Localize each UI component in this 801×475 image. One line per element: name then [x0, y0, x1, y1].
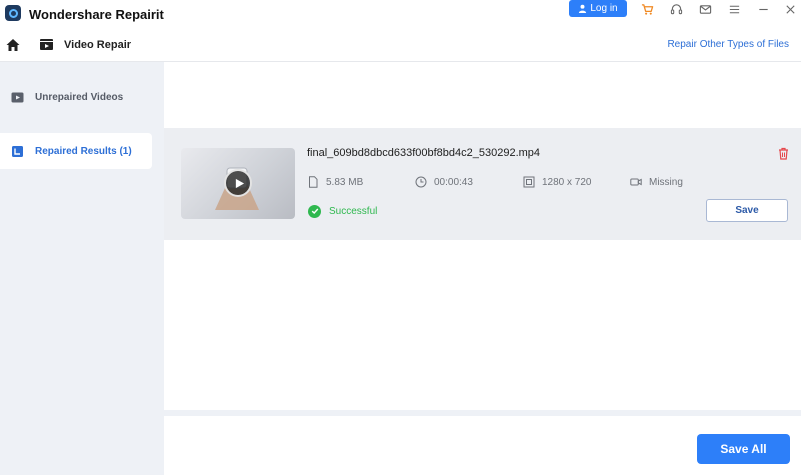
video-clip-icon: [11, 92, 24, 102]
save-button[interactable]: Save: [706, 199, 788, 222]
audio-status: Missing: [630, 175, 683, 189]
sidebar-item-label: Repaired Results (1): [35, 145, 132, 157]
duration-value: 00:00:43: [434, 176, 473, 188]
mail-icon[interactable]: [697, 1, 713, 17]
bookmark-icon: [12, 145, 23, 157]
close-icon[interactable]: [782, 1, 798, 17]
menu-icon[interactable]: [726, 1, 742, 17]
user-icon: [579, 4, 587, 13]
camera-icon: [630, 178, 642, 186]
repair-status: Successful: [308, 204, 377, 218]
file-size: 5.83 MB: [307, 175, 363, 189]
headset-icon[interactable]: [668, 1, 684, 17]
play-button[interactable]: [224, 169, 252, 197]
minimize-icon[interactable]: [755, 1, 771, 17]
repair-other-files-link[interactable]: Repair Other Types of Files: [667, 39, 789, 50]
resolution-value: 1280 x 720: [542, 176, 592, 188]
clock-icon: [415, 176, 427, 188]
play-icon: [235, 178, 244, 188]
sidebar-item-unrepaired-videos[interactable]: Unrepaired Videos: [0, 79, 152, 115]
cart-icon[interactable]: [639, 1, 655, 17]
trash-icon[interactable]: [777, 147, 790, 160]
resolution: 1280 x 720: [523, 175, 592, 189]
file-icon: [309, 176, 318, 188]
page-title: Video Repair: [64, 39, 132, 51]
result-item: final_609bd8dbcd633f00bf8bd4c2_530292.mp…: [164, 128, 801, 240]
video-thumbnail[interactable]: [181, 148, 295, 219]
home-icon[interactable]: [5, 37, 21, 53]
file-name: final_609bd8dbcd633f00bf8bd4c2_530292.mp…: [307, 147, 541, 159]
resolution-icon: [523, 176, 535, 188]
duration: 00:00:43: [415, 175, 473, 189]
app-title: Wondershare Repairit: [29, 7, 164, 22]
sidebar-item-repaired-results[interactable]: Repaired Results (1): [0, 133, 152, 169]
title-bar: Wondershare Repairit Log in: [0, 0, 801, 28]
sidebar-item-label: Unrepaired Videos: [35, 91, 124, 103]
login-button[interactable]: Log in: [569, 0, 627, 17]
video-repair-icon: [40, 39, 53, 50]
audio-status-value: Missing: [649, 176, 683, 188]
footer-divider: [164, 410, 801, 416]
save-all-button[interactable]: Save All: [697, 434, 790, 464]
nav-bar: Video Repair Repair Other Types of Files: [0, 28, 801, 62]
sidebar: Unrepaired Videos Repaired Results (1): [0, 62, 164, 475]
main-content: final_609bd8dbcd633f00bf8bd4c2_530292.mp…: [164, 62, 801, 475]
file-size-value: 5.83 MB: [326, 176, 364, 188]
status-text: Successful: [329, 205, 378, 217]
login-label: Log in: [590, 3, 618, 14]
repairit-logo-icon: [5, 5, 21, 21]
check-circle-icon: [308, 204, 321, 218]
